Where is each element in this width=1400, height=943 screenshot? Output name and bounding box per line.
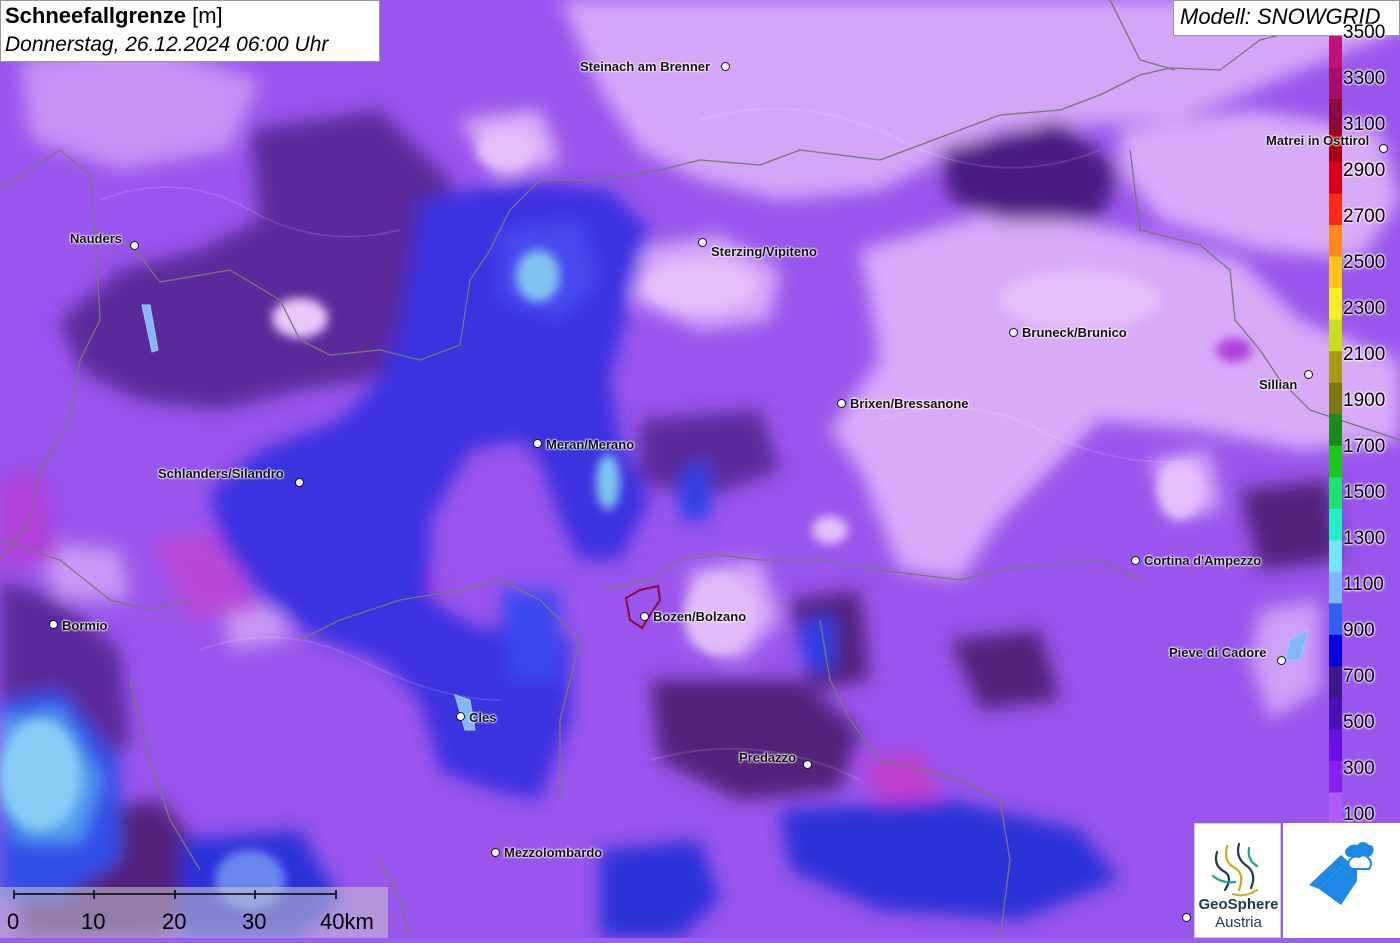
city-marker-dot[interactable]: [698, 238, 707, 247]
city-label: Bormio: [62, 618, 108, 633]
legend-swatch: [1329, 666, 1342, 699]
snow-roof-icon: [1309, 842, 1374, 905]
map-title-box: Schneefallgrenze [m] Donnerstag, 26.12.2…: [0, 0, 380, 62]
legend-swatch: [1329, 634, 1342, 667]
legend-label-1500: 1500: [1343, 482, 1386, 503]
legend-label-1100: 1100: [1343, 574, 1384, 595]
geosphere-name: GeoSphere: [1198, 896, 1279, 913]
legend-swatch: [1329, 729, 1342, 762]
legend-label-1700: 1700: [1343, 436, 1386, 457]
legend-color-bar: [1329, 36, 1342, 824]
legend-label-2300: 2300: [1343, 298, 1386, 319]
scale-label-0: 0: [7, 909, 20, 934]
legend-swatch: [1329, 162, 1342, 195]
legend-label-1900: 1900: [1343, 390, 1386, 411]
snowgrid-logo[interactable]: [1283, 823, 1400, 938]
city-label: Brixen/Bressanone: [850, 396, 969, 411]
legend-swatch: [1329, 603, 1342, 636]
city-marker-dot[interactable]: [1009, 328, 1018, 337]
legend-label-2900: 2900: [1343, 160, 1386, 181]
city-marker-dot[interactable]: [130, 241, 139, 250]
city-label: Predazzo: [739, 750, 797, 765]
scale-bar: 0 10 20 30 40km: [0, 887, 388, 938]
geosphere-country: Austria: [1215, 914, 1262, 931]
legend-label-3500: 3500: [1343, 22, 1386, 43]
legend-label-1300: 1300: [1343, 528, 1386, 549]
legend-swatch: [1329, 540, 1342, 573]
legend-swatch: [1329, 382, 1342, 415]
city-marker-dot[interactable]: [1182, 913, 1191, 922]
city-marker-dot[interactable]: [837, 399, 846, 408]
city-label: Sillian: [1259, 377, 1298, 392]
city-marker-dot[interactable]: [1131, 556, 1140, 565]
city-marker-dot[interactable]: [1277, 656, 1286, 665]
city-label: Sterzing/Vipiteno: [711, 244, 817, 259]
city-label: Mezzolombardo: [504, 845, 603, 860]
geosphere-logo[interactable]: GeoSphere Austria: [1194, 823, 1281, 938]
scale-label-10: 10: [81, 909, 106, 934]
title-unit: [m]: [192, 3, 223, 28]
city-marker-dot[interactable]: [1304, 370, 1313, 379]
city-marker-dot[interactable]: [295, 478, 304, 487]
scale-label-40km: 40km: [320, 909, 374, 934]
legend-swatch: [1329, 225, 1342, 258]
legend-label-500: 500: [1343, 712, 1375, 733]
legend-label-2500: 2500: [1343, 252, 1386, 273]
legend-swatch: [1329, 288, 1342, 321]
city-marker-dot[interactable]: [456, 712, 465, 721]
city-label: Meran/Merano: [546, 437, 635, 452]
legend-label-700: 700: [1343, 666, 1375, 687]
city-label: Cortina d'Ampezzo: [1144, 553, 1262, 568]
scale-label-30: 30: [242, 909, 267, 934]
legend-label-2100: 2100: [1343, 344, 1386, 365]
legend-swatch: [1329, 508, 1342, 541]
city-label: Pieve di Cadore: [1169, 645, 1267, 660]
legend-swatch: [1329, 256, 1342, 289]
legend-swatch: [1329, 351, 1342, 384]
legend-swatch: [1329, 36, 1342, 69]
map-title: Schneefallgrenze [m]: [5, 3, 375, 29]
legend-label-300: 300: [1343, 758, 1375, 779]
legend-label-900: 900: [1343, 620, 1375, 641]
scale-label-20: 20: [162, 909, 187, 934]
city-label: Nauders: [70, 231, 123, 246]
legend-swatch: [1329, 697, 1342, 730]
city-label: Schlanders/Silandro: [158, 466, 284, 481]
city-marker-dot[interactable]: [533, 439, 542, 448]
legend-swatch: [1329, 414, 1342, 447]
legend-swatch: [1329, 445, 1342, 478]
legend-swatch: [1329, 319, 1342, 352]
legend-label-3300: 3300: [1343, 68, 1386, 89]
city-marker-dot[interactable]: [640, 612, 649, 621]
legend-swatch: [1329, 571, 1342, 604]
title-main: Schneefallgrenze: [5, 3, 186, 28]
city-marker-dot[interactable]: [803, 760, 812, 769]
legend-swatch: [1329, 792, 1342, 824]
legend-label-2700: 2700: [1343, 206, 1386, 227]
legend-swatch: [1329, 99, 1342, 132]
city-label: Cles: [469, 710, 497, 725]
city-marker-dot[interactable]: [721, 62, 730, 71]
city-marker-dot[interactable]: [49, 620, 58, 629]
city-marker-dot[interactable]: [491, 848, 500, 857]
city-label: Bruneck/Brunico: [1022, 325, 1127, 340]
city-label: Steinach am Brenner: [580, 59, 711, 74]
city-marker-dot[interactable]: [1379, 144, 1388, 153]
legend-swatch: [1329, 760, 1342, 793]
map-datetime: Donnerstag, 26.12.2024 06:00 Uhr: [5, 33, 329, 56]
city-label: Matrei in Osttirol: [1266, 133, 1370, 148]
color-legend: 3500 3300 3100 2900 2700 2500 2300 2100 1900 1700…: [1329, 22, 1400, 825]
legend-swatch: [1329, 67, 1342, 100]
city-label: Bozen/Bolzano: [653, 609, 747, 624]
legend-swatch: [1329, 477, 1342, 510]
legend-swatch: [1329, 193, 1342, 226]
